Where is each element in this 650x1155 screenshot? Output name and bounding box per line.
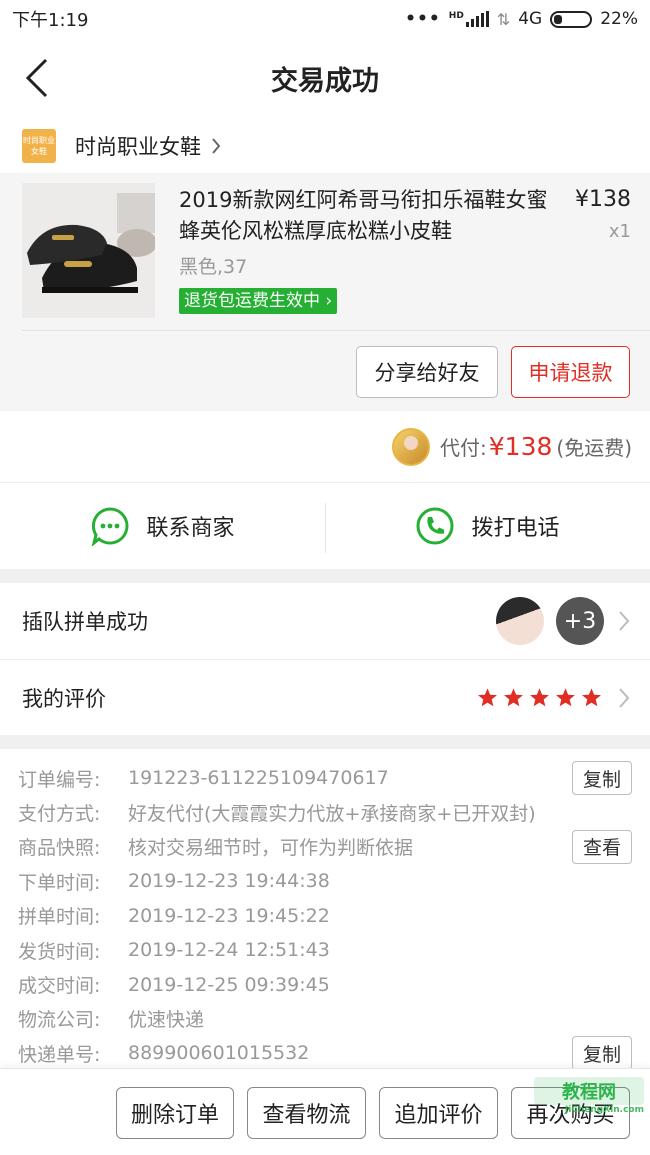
share-button[interactable]: 分享给好友 xyxy=(356,346,498,398)
star-icon xyxy=(478,688,497,707)
divider xyxy=(22,330,650,331)
product-title: 2019新款网红阿希哥马衔扣乐福鞋女蜜蜂英伦风松糕厚底松糕小皮鞋 xyxy=(179,188,548,243)
order-info-value: 优速快递 xyxy=(128,1009,205,1032)
product-price: ¥138 xyxy=(575,187,631,212)
order-info-row: 快递单号: 889900601015532 复制 xyxy=(18,1036,632,1071)
network-type: 4G xyxy=(518,9,543,29)
copy-button[interactable]: 复制 xyxy=(571,1036,632,1071)
back-button[interactable] xyxy=(22,56,58,100)
order-info-key: 商品快照: xyxy=(18,837,101,860)
data-transfer-icon: ⇅ xyxy=(496,9,511,29)
order-info-value: 2019-12-23 19:44:38 xyxy=(128,870,330,893)
return-shipping-badge[interactable]: 退货包运费生效中 › xyxy=(179,288,338,314)
delete-order-button[interactable]: 删除订单 xyxy=(116,1087,234,1139)
paid-amount: ¥138 xyxy=(488,432,553,461)
product-image[interactable] xyxy=(22,183,155,318)
order-info-key: 物流公司: xyxy=(18,1009,101,1032)
return-badge-text: 退货包运费生效中 xyxy=(184,291,320,311)
add-review-button[interactable]: 追加评价 xyxy=(379,1087,498,1139)
order-info-row: 物流公司: 优速快递 xyxy=(18,1002,632,1036)
more-members-badge: +3 xyxy=(556,597,604,645)
order-info-value: 2019-12-24 12:51:43 xyxy=(128,939,330,962)
section-gap xyxy=(0,735,650,749)
order-info-row: 商品快照: 核对交易细节时，可作为判断依据 查看 xyxy=(18,829,632,864)
avatar xyxy=(496,597,544,645)
watermark-url: JiChengXin.com xyxy=(564,1105,644,1115)
view-snapshot-button[interactable]: 查看 xyxy=(571,829,632,864)
order-info-value: 191223-611225109470617 xyxy=(128,767,389,790)
shop-link[interactable]: 时尚职业女鞋 时尚职业女鞋 xyxy=(0,118,650,173)
battery-percent: 22% xyxy=(600,9,638,29)
view-logistics-button[interactable]: 查看物流 xyxy=(247,1087,366,1139)
status-bar: 下午1:19 ••• HD ⇅ 4G 22% xyxy=(0,0,650,38)
order-info-row: 发货时间: 2019-12-24 12:51:43 xyxy=(18,933,632,967)
rating-stars xyxy=(477,687,602,708)
contact-merchant-label: 联系商家 xyxy=(146,516,235,541)
order-detail-page: 下午1:19 ••• HD ⇅ 4G 22% 交易成功 时尚职业女鞋 时尚职业女… xyxy=(0,0,650,1155)
shop-name: 时尚职业女鞋 xyxy=(75,134,201,159)
call-phone-label: 拨打电话 xyxy=(471,516,560,541)
star-icon xyxy=(530,688,549,707)
phone-icon xyxy=(416,507,454,545)
back-arrow-icon xyxy=(25,58,48,98)
my-review-label: 我的评价 xyxy=(22,686,106,711)
order-info-value: 889900601015532 xyxy=(128,1042,310,1065)
order-info-key: 支付方式: xyxy=(18,803,101,826)
order-info-value: 核对交易细节时，可作为判断依据 xyxy=(128,837,414,860)
shop-logo: 时尚职业女鞋 xyxy=(22,128,56,163)
copy-button[interactable]: 复制 xyxy=(571,761,632,795)
product-card[interactable]: 2019新款网红阿希哥马衔扣乐福鞋女蜜蜂英伦风松糕厚底松糕小皮鞋 ¥138 x1… xyxy=(0,173,650,411)
refund-button[interactable]: 申请退款 xyxy=(511,346,630,398)
star-icon xyxy=(582,688,601,707)
contact-merchant-button[interactable]: 联系商家 xyxy=(0,506,325,546)
product-spec: 黑色,37 xyxy=(179,256,248,278)
page-header: 交易成功 xyxy=(0,38,650,118)
bottom-action-bar: 删除订单 查看物流 追加评价 再次购买 教程网 JiChengXin.com xyxy=(0,1068,650,1155)
shop-logo-text: 时尚职业女鞋 xyxy=(23,135,55,156)
order-info-row: 订单编号: 191223-611225109470617 复制 xyxy=(18,761,632,795)
chevron-right-icon xyxy=(212,137,221,154)
paid-label: 代付: xyxy=(440,436,487,460)
order-info-row: 成交时间: 2019-12-25 09:39:45 xyxy=(18,967,632,1001)
signal-hd-icon: HD xyxy=(449,11,489,27)
status-time: 下午1:19 xyxy=(12,10,89,31)
star-icon xyxy=(504,688,523,707)
star-icon xyxy=(556,688,575,707)
order-info-key: 拼单时间: xyxy=(18,906,101,929)
order-info-key: 下单时间: xyxy=(18,871,101,894)
chevron-right-icon xyxy=(619,687,630,708)
order-info-row: 下单时间: 2019-12-23 19:44:38 xyxy=(18,864,632,898)
group-order-row[interactable]: 插队拼单成功 +3 xyxy=(0,583,650,659)
battery-icon xyxy=(550,10,593,28)
page-title: 交易成功 xyxy=(271,65,379,97)
chevron-right-icon: › xyxy=(325,291,333,311)
chat-icon xyxy=(92,507,129,546)
shipping-note: (免运费) xyxy=(556,436,632,460)
status-icons: ••• HD ⇅ 4G 22% xyxy=(405,9,638,29)
payer-avatar xyxy=(392,427,431,466)
order-info-key: 订单编号: xyxy=(18,768,101,791)
group-order-label: 插队拼单成功 xyxy=(22,610,148,634)
chevron-right-icon xyxy=(619,611,630,631)
contact-row: 联系商家 拨打电话 xyxy=(0,483,650,569)
order-info-row: 支付方式: 好友代付(大霞霞实力代放+承接商家+已开双封) xyxy=(18,795,632,829)
payment-summary: 代付: ¥138 (免运费) xyxy=(0,411,650,483)
call-phone-button[interactable]: 拨打电话 xyxy=(325,506,650,546)
order-info-key: 发货时间: xyxy=(18,940,101,963)
order-info-key: 快递单号: xyxy=(18,1043,101,1066)
my-review-row[interactable]: 我的评价 xyxy=(0,659,650,735)
hd-label: HD xyxy=(448,11,464,21)
order-info-value: 2019-12-23 19:45:22 xyxy=(128,904,330,927)
order-info-row: 拼单时间: 2019-12-23 19:45:22 xyxy=(18,899,632,933)
watermark-logo: 教程网 xyxy=(534,1077,644,1105)
divider xyxy=(325,503,326,553)
product-quantity: x1 xyxy=(608,221,631,242)
order-info-value: 好友代付(大霞霞实力代放+承接商家+已开双封) xyxy=(128,803,536,826)
order-info-value: 2019-12-25 09:39:45 xyxy=(128,973,330,996)
notification-dots-icon: ••• xyxy=(405,9,441,29)
section-gap xyxy=(0,569,650,583)
order-info: 订单编号: 191223-611225109470617 复制 支付方式: 好友代付(大… xyxy=(0,749,650,1079)
order-info-key: 成交时间: xyxy=(18,975,101,998)
